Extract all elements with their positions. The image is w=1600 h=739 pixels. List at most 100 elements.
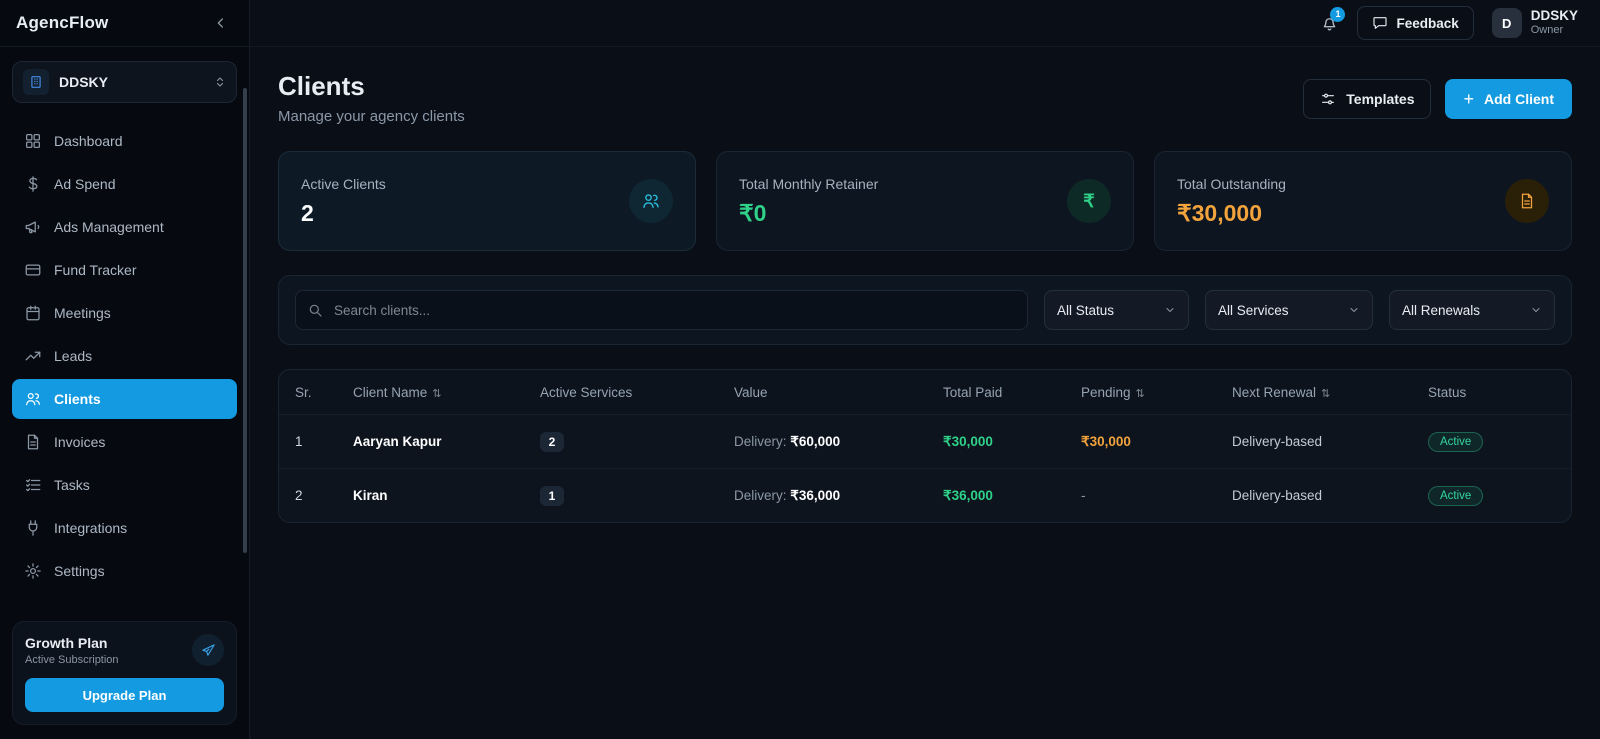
app-logo: AgencFlow (16, 13, 109, 32)
cell-next-renewal: Delivery-based (1232, 488, 1323, 503)
calendar-icon (24, 304, 42, 322)
stat-card-monthly-retainer: Total Monthly Retainer ₹0 ₹ (716, 151, 1134, 251)
sidebar-item-label: Fund Tracker (54, 262, 137, 278)
sidebar-item-label: Settings (54, 563, 105, 579)
sidebar-collapse-button[interactable] (209, 11, 233, 35)
sidebar-item-label: Ad Spend (54, 176, 116, 192)
table-row[interactable]: 2 Kiran 1 Delivery: ₹36,000 ₹36,000 - De… (279, 468, 1571, 522)
plan-subtitle: Active Subscription (25, 653, 119, 666)
wallet-icon (24, 261, 42, 279)
page-title: Clients (278, 71, 365, 101)
column-header-pending[interactable]: Pending ⇅ (1081, 385, 1232, 400)
sidebar-item-ads-management[interactable]: Ads Management (12, 207, 237, 247)
cell-client-name: Kiran (353, 488, 388, 503)
add-client-button[interactable]: + Add Client (1445, 79, 1572, 119)
users-icon (629, 179, 673, 223)
megaphone-icon (24, 218, 42, 236)
stats-row: Active Clients 2 Total Monthly Retainer … (278, 151, 1572, 251)
column-header-next-renewal[interactable]: Next Renewal ⇅ (1232, 385, 1428, 400)
chat-bubble-icon (1373, 17, 1388, 29)
feedback-button[interactable]: Feedback (1357, 6, 1474, 40)
sidebar-nav: Dashboard Ad Spend Ads Management Fund T… (0, 113, 249, 591)
stat-card-active-clients: Active Clients 2 (278, 151, 696, 251)
column-header-client-name[interactable]: Client Name ⇅ (353, 385, 540, 400)
notification-badge: 1 (1330, 6, 1346, 22)
workspace-name: DDSKY (59, 74, 109, 90)
services-count-badge: 2 (540, 431, 564, 452)
cell-next-renewal: Delivery-based (1232, 434, 1323, 449)
chevron-down-icon (1350, 308, 1358, 312)
sidebar-item-meetings[interactable]: Meetings (12, 293, 237, 333)
cell-pending: ₹30,000 (1081, 433, 1131, 449)
stat-label: Total Monthly Retainer (739, 175, 879, 192)
user-role: Owner (1530, 23, 1564, 36)
sort-icon: ⇅ (432, 387, 442, 400)
sidebar-item-settings[interactable]: Settings (12, 551, 237, 591)
cell-status: Active (1428, 431, 1555, 452)
logo-row: AgencFlow (0, 0, 249, 47)
table-header-row: Sr. Client Name ⇅ Active Services Value T… (279, 370, 1571, 414)
sidebar: AgencFlow DDSKY Dashboard Ad Spend Ads M… (0, 0, 250, 739)
sidebar-item-label: Clients (54, 391, 101, 407)
sliders-icon (1322, 93, 1335, 105)
stat-value: 2 (301, 199, 314, 226)
sidebar-item-label: Dashboard (54, 133, 123, 149)
trend-up-icon (24, 347, 42, 365)
sidebar-item-invoices[interactable]: Invoices (12, 422, 237, 462)
stat-value: ₹0 (739, 199, 767, 226)
sidebar-item-dashboard[interactable]: Dashboard (12, 121, 237, 161)
invoice-icon (24, 433, 42, 451)
filter-bar: All Status All Services All Renewals (278, 275, 1572, 345)
services-filter-dropdown[interactable]: All Services (1205, 290, 1373, 330)
building-icon (23, 69, 49, 95)
document-icon (1505, 179, 1549, 223)
cell-status: Active (1428, 485, 1555, 506)
rocket-icon (192, 634, 224, 666)
column-header-status: Status (1428, 384, 1467, 400)
search-input[interactable] (295, 290, 1028, 330)
gear-icon (24, 562, 42, 580)
sidebar-item-tasks[interactable]: Tasks (12, 465, 237, 505)
templates-button[interactable]: Templates (1303, 79, 1432, 119)
plug-icon (24, 519, 42, 537)
sidebar-scrollbar[interactable] (243, 88, 247, 553)
table-row[interactable]: 1 Aaryan Kapur 2 Delivery: ₹60,000 ₹30,0… (279, 414, 1571, 468)
sidebar-item-leads[interactable]: Leads (12, 336, 237, 376)
chevron-down-icon (1166, 308, 1174, 312)
user-name: DDSKY (1530, 7, 1578, 23)
cell-pending: - (1081, 488, 1086, 503)
sidebar-item-ad-spend[interactable]: Ad Spend (12, 164, 237, 204)
sidebar-item-integrations[interactable]: Integrations (12, 508, 237, 548)
upgrade-plan-button[interactable]: Upgrade Plan (25, 678, 224, 712)
status-badge: Active (1428, 485, 1484, 506)
avatar: D (1491, 8, 1522, 38)
sidebar-item-label: Tasks (54, 477, 90, 493)
sidebar-item-label: Ads Management (54, 219, 164, 235)
plan-card: Growth Plan Active Subscription Upgrade … (12, 621, 237, 725)
user-menu[interactable]: D DDSKY Owner (1491, 7, 1578, 38)
chevron-updown-icon (214, 75, 226, 89)
services-count-badge: 1 (540, 485, 564, 506)
sidebar-item-label: Integrations (54, 520, 128, 536)
workspace-selector[interactable]: DDSKY (12, 61, 237, 103)
notifications-button[interactable]: 1 (1320, 6, 1346, 33)
cell-client-name: Aaryan Kapur (353, 434, 442, 449)
column-header-active-services: Active Services (540, 384, 633, 400)
cell-total-paid: ₹30,000 (943, 433, 993, 449)
cell-value: Delivery: ₹36,000 (734, 487, 841, 503)
status-filter-dropdown[interactable]: All Status (1044, 290, 1189, 330)
page-subtitle: Manage your agency clients (278, 108, 465, 125)
stat-card-total-outstanding: Total Outstanding ₹30,000 (1154, 151, 1572, 251)
column-header-total-paid: Total Paid (943, 384, 1003, 400)
chevron-left-icon (217, 18, 223, 28)
sidebar-item-fund-tracker[interactable]: Fund Tracker (12, 250, 237, 290)
stat-label: Active Clients (301, 175, 386, 192)
clients-table: Sr. Client Name ⇅ Active Services Value T… (278, 369, 1572, 523)
sidebar-item-label: Leads (54, 348, 93, 364)
grid-icon (24, 132, 42, 150)
cell-total-paid: ₹36,000 (943, 487, 993, 503)
sidebar-item-label: Invoices (54, 434, 106, 450)
sidebar-item-clients[interactable]: Clients (12, 379, 237, 419)
renewals-filter-dropdown[interactable]: All Renewals (1389, 290, 1555, 330)
sort-icon: ⇅ (1321, 387, 1331, 400)
